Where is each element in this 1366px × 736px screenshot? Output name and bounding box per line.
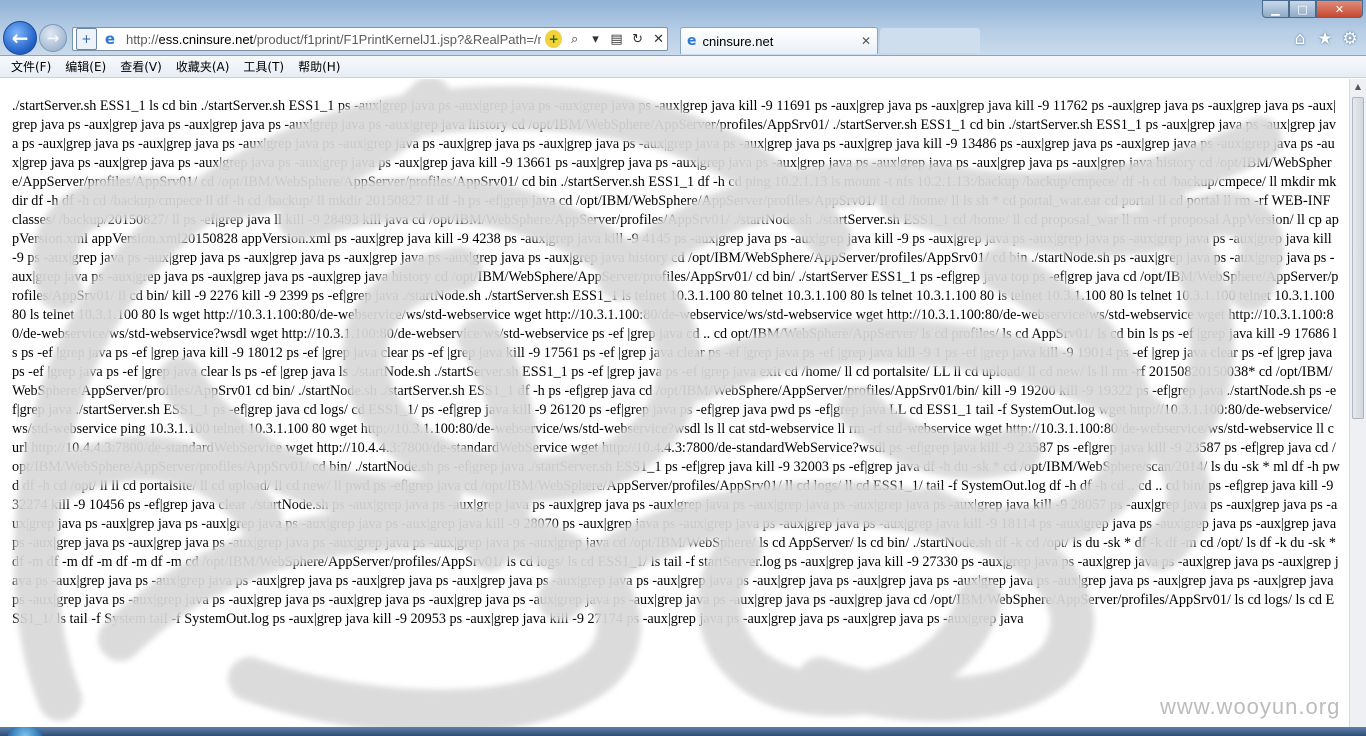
vertical-scrollbar[interactable]: ▲ (1349, 79, 1366, 727)
new-tab-button[interactable] (880, 28, 980, 53)
menu-help[interactable]: 帮助(H) (291, 58, 347, 75)
menu-file[interactable]: 文件(F) (4, 58, 58, 75)
ie-tab-icon: e (687, 33, 697, 49)
start-button[interactable] (8, 727, 42, 736)
menu-view[interactable]: 查看(V) (113, 58, 169, 75)
scroll-up-arrow-icon[interactable]: ▲ (1350, 79, 1366, 95)
url-input[interactable]: http://ess.cninsure.net/product/f1print/… (126, 32, 541, 47)
back-arrow-icon: ← (11, 26, 29, 50)
menu-edit[interactable]: 编辑(E) (58, 58, 113, 75)
url-domain: ess.cninsure.net (158, 31, 254, 47)
gear-icon[interactable]: ⚙ (1340, 29, 1360, 49)
search-icon[interactable]: ⌕ (566, 30, 583, 48)
ie-page-icon: e (104, 30, 116, 48)
menu-favorites[interactable]: 收藏夹(A) (169, 58, 237, 75)
stop-icon[interactable]: ✕ (650, 30, 667, 48)
command-history-text: ./startServer.sh ESS1_1 ls cd bin ./star… (12, 98, 1340, 627)
dropdown-icon[interactable]: ▾ (587, 30, 604, 48)
tab-cninsure[interactable]: e cninsure.net ✕ (680, 27, 878, 54)
tab-label: cninsure.net (702, 33, 774, 49)
star-icon[interactable]: ★ (1315, 29, 1335, 49)
menu-tools[interactable]: 工具(T) (236, 58, 291, 75)
back-button[interactable]: ← (3, 21, 37, 55)
load-icon[interactable]: + (545, 30, 563, 48)
address-bar[interactable]: + e http://ess.cninsure.net/product/f1pr… (72, 27, 668, 51)
forward-button[interactable]: → (39, 24, 67, 52)
browser-titlebar: ▁ □ ✕ ← → + e http://ess.cninsure.net/pr… (0, 0, 1366, 56)
minimize-button[interactable]: ▁ (1262, 0, 1289, 18)
forward-arrow-icon: → (46, 29, 60, 47)
close-window-button[interactable]: ✕ (1316, 0, 1363, 18)
scroll-thumb[interactable] (1352, 97, 1364, 419)
home-icon[interactable]: ⌂ (1290, 29, 1310, 49)
compat-page-icon[interactable]: ▤ (608, 30, 625, 48)
compatibility-view-icon[interactable]: + (76, 28, 97, 50)
page-content: ./startServer.sh ESS1_1 ls cd bin ./star… (0, 79, 1349, 727)
taskbar (0, 727, 1366, 736)
tab-close-icon[interactable]: ✕ (861, 34, 871, 48)
watermark: www.wooyun.org (1160, 694, 1341, 719)
refresh-icon[interactable]: ↻ (629, 30, 646, 48)
menu-bar: 文件(F) 编辑(E) 查看(V) 收藏夹(A) 工具(T) 帮助(H) (0, 56, 1366, 78)
maximize-button[interactable]: □ (1289, 0, 1316, 18)
